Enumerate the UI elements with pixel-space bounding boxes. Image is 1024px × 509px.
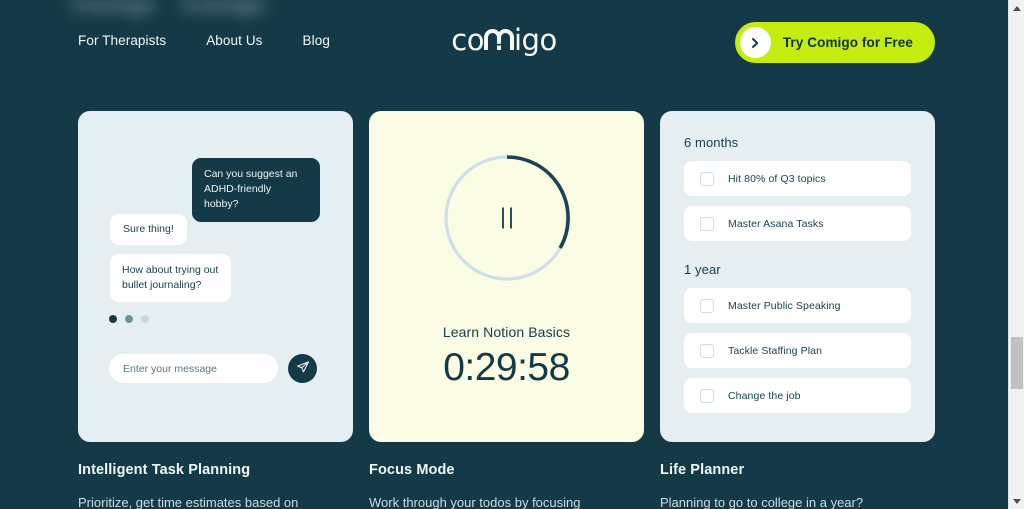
message-composer (109, 354, 317, 383)
scroll-down-arrow-icon[interactable] (1009, 494, 1024, 508)
life-planner-list: 6 months Hit 80% of Q3 topics Master Asa… (660, 111, 935, 442)
feature-title: Life Planner (660, 462, 745, 478)
feature-intelligent-task-planning: Intelligent Task Planning Prioritize, ge… (78, 462, 353, 509)
planner-goal-label: Change the job (728, 389, 801, 402)
card-life-planner: 6 months Hit 80% of Q3 topics Master Asa… (660, 111, 935, 442)
planner-goal-item[interactable]: Change the job (684, 378, 911, 413)
card-focus-mode: Learn Notion Basics 0:29:58 (369, 111, 644, 442)
logo-text-suffix: igo (513, 23, 557, 57)
paper-plane-icon (296, 360, 310, 377)
planner-goal-item[interactable]: Master Public Speaking (684, 288, 911, 323)
checkbox-icon[interactable] (700, 171, 714, 186)
checkbox-icon[interactable] (700, 216, 714, 231)
focus-timer: Learn Notion Basics 0:29:58 (369, 111, 644, 442)
nav-about-us[interactable]: About Us (206, 33, 262, 48)
message-input[interactable] (109, 354, 278, 383)
checkbox-icon[interactable] (700, 388, 714, 403)
feature-focus-mode: Focus Mode Work through your todos by fo… (369, 462, 644, 509)
planner-goal-label: Hit 80% of Q3 topics (728, 172, 826, 185)
feature-title: Intelligent Task Planning (78, 462, 251, 478)
planner-group-title-1-year: 1 year (684, 262, 721, 277)
checkbox-icon[interactable] (700, 298, 714, 313)
feature-title: Focus Mode (369, 462, 455, 478)
card-intelligent-task-planning: Can you suggest an ADHD-friendly hobby? … (78, 111, 353, 442)
planner-goal-item[interactable]: Hit 80% of Q3 topics (684, 161, 911, 196)
planner-goal-item[interactable]: Master Asana Tasks (684, 206, 911, 241)
vertical-scrollbar[interactable] (1008, 0, 1024, 509)
feature-description: Planning to go to college in a year? (660, 495, 864, 509)
feature-captions-row: Intelligent Task Planning Prioritize, ge… (78, 462, 958, 509)
checkbox-icon[interactable] (700, 343, 714, 358)
feature-cards-row: Can you suggest an ADHD-friendly hobby? … (78, 111, 935, 442)
cta-label: Try Comigo for Free (782, 35, 913, 50)
scroll-up-arrow-icon[interactable] (1009, 1, 1024, 15)
primary-nav: For Therapists About Us Blog (78, 33, 330, 48)
feature-description: Prioritize, get time estimates based on (78, 495, 299, 509)
nav-blog[interactable]: Blog (303, 33, 330, 48)
timer-progress-ring (442, 153, 572, 283)
feature-life-planner: Life Planner Planning to go to college i… (660, 462, 935, 509)
nav-for-therapists[interactable]: For Therapists (78, 33, 166, 48)
typing-dot (125, 315, 133, 323)
try-comigo-for-free-button[interactable]: Try Comigo for Free (734, 22, 935, 63)
typing-dot (141, 315, 149, 323)
browser-viewport: Comigo Comigo For Therapists About Us Bl… (0, 0, 1024, 509)
planner-goal-item[interactable]: Tackle Staffing Plan (684, 333, 911, 368)
logo-text-prefix: co (451, 23, 484, 57)
chat-bubble-user: Can you suggest an ADHD-friendly hobby? (192, 158, 320, 222)
site-header: For Therapists About Us Blog co igo Try … (0, 0, 1008, 85)
chat-bubble-assistant-2: How about trying out bullet journaling? (110, 254, 231, 303)
pause-icon[interactable] (501, 207, 512, 229)
chat-bubble-assistant-1: Sure thing! (110, 214, 187, 246)
scrollbar-thumb[interactable] (1011, 337, 1023, 389)
timer-task-label: Learn Notion Basics (442, 324, 571, 340)
page-content: Comigo Comigo For Therapists About Us Bl… (0, 0, 1008, 509)
send-message-button[interactable] (288, 354, 317, 383)
logo-smiley-m-icon (483, 26, 514, 51)
planner-group-title-6-months: 6 months (684, 135, 739, 150)
planner-goal-label: Master Public Speaking (728, 299, 841, 312)
typing-indicator (109, 315, 149, 323)
chevron-right-icon (739, 27, 771, 58)
chat-preview: Can you suggest an ADHD-friendly hobby? … (78, 111, 353, 442)
typing-dot (109, 315, 117, 323)
feature-description: Work through your todos by focusing (369, 495, 581, 509)
timer-countdown-value: 0:29:58 (443, 346, 570, 389)
planner-goal-label: Tackle Staffing Plan (728, 344, 823, 357)
planner-goal-label: Master Asana Tasks (728, 217, 824, 230)
